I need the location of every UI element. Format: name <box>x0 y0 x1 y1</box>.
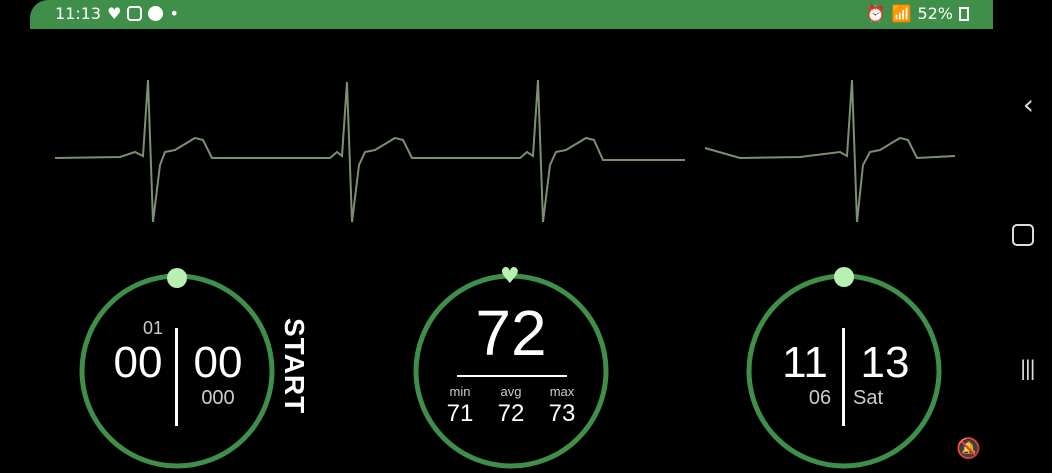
back-button[interactable]: ‹ <box>1023 88 1034 121</box>
notifications-off-icon[interactable]: 🔕 <box>956 436 981 460</box>
dot-icon: • <box>169 4 179 23</box>
clock-day: Sat <box>853 387 884 409</box>
heart-icon: ♥ <box>107 4 122 23</box>
divider <box>175 328 178 426</box>
ecg-waveform <box>54 79 956 223</box>
heart-min-label: min <box>449 384 471 399</box>
stopwatch-millis: 000 <box>201 387 235 409</box>
heart-min: 71 <box>446 400 474 427</box>
battery-icon <box>959 6 969 21</box>
account-icon <box>148 6 164 21</box>
status-time: 11:13 <box>55 4 102 23</box>
stopwatch-hours: 01 <box>142 318 164 338</box>
heart-avg: 72 <box>497 400 525 427</box>
clock-dial: 11 13 06 Sat <box>745 267 943 470</box>
instagram-icon <box>127 6 143 21</box>
heart-bpm: 72 <box>475 297 547 369</box>
heart-avg-label: avg <box>500 384 522 399</box>
stopwatch-icon <box>167 268 187 288</box>
clock-hours: 11 <box>782 338 828 387</box>
stopwatch-dial[interactable]: 01 00 00 000 <box>78 268 276 470</box>
heart-divider <box>457 375 567 377</box>
start-button[interactable]: START <box>278 318 310 438</box>
clock-divider <box>842 328 845 426</box>
heart-max-label: max <box>549 384 575 399</box>
wifi-icon: 📶 <box>891 4 912 23</box>
alarm-icon: ⏰ <box>865 4 886 23</box>
stopwatch-seconds: 00 <box>193 338 243 387</box>
clock-date: 06 <box>808 387 832 409</box>
status-bar: 11:13 ♥ • ⏰ 📶 52% <box>30 0 993 29</box>
clock-icon <box>834 267 854 287</box>
recents-button[interactable]: ||| <box>1020 356 1036 380</box>
heart-icon: ♥ <box>500 264 520 289</box>
stopwatch-minutes: 00 <box>113 338 163 387</box>
battery-level: 52% <box>917 4 953 23</box>
heart-rate-dial: ♥ 72 min avg max 71 72 73 <box>412 264 610 470</box>
home-button[interactable] <box>1012 224 1034 246</box>
heart-max: 73 <box>548 400 576 427</box>
clock-minutes: 13 <box>860 338 910 387</box>
